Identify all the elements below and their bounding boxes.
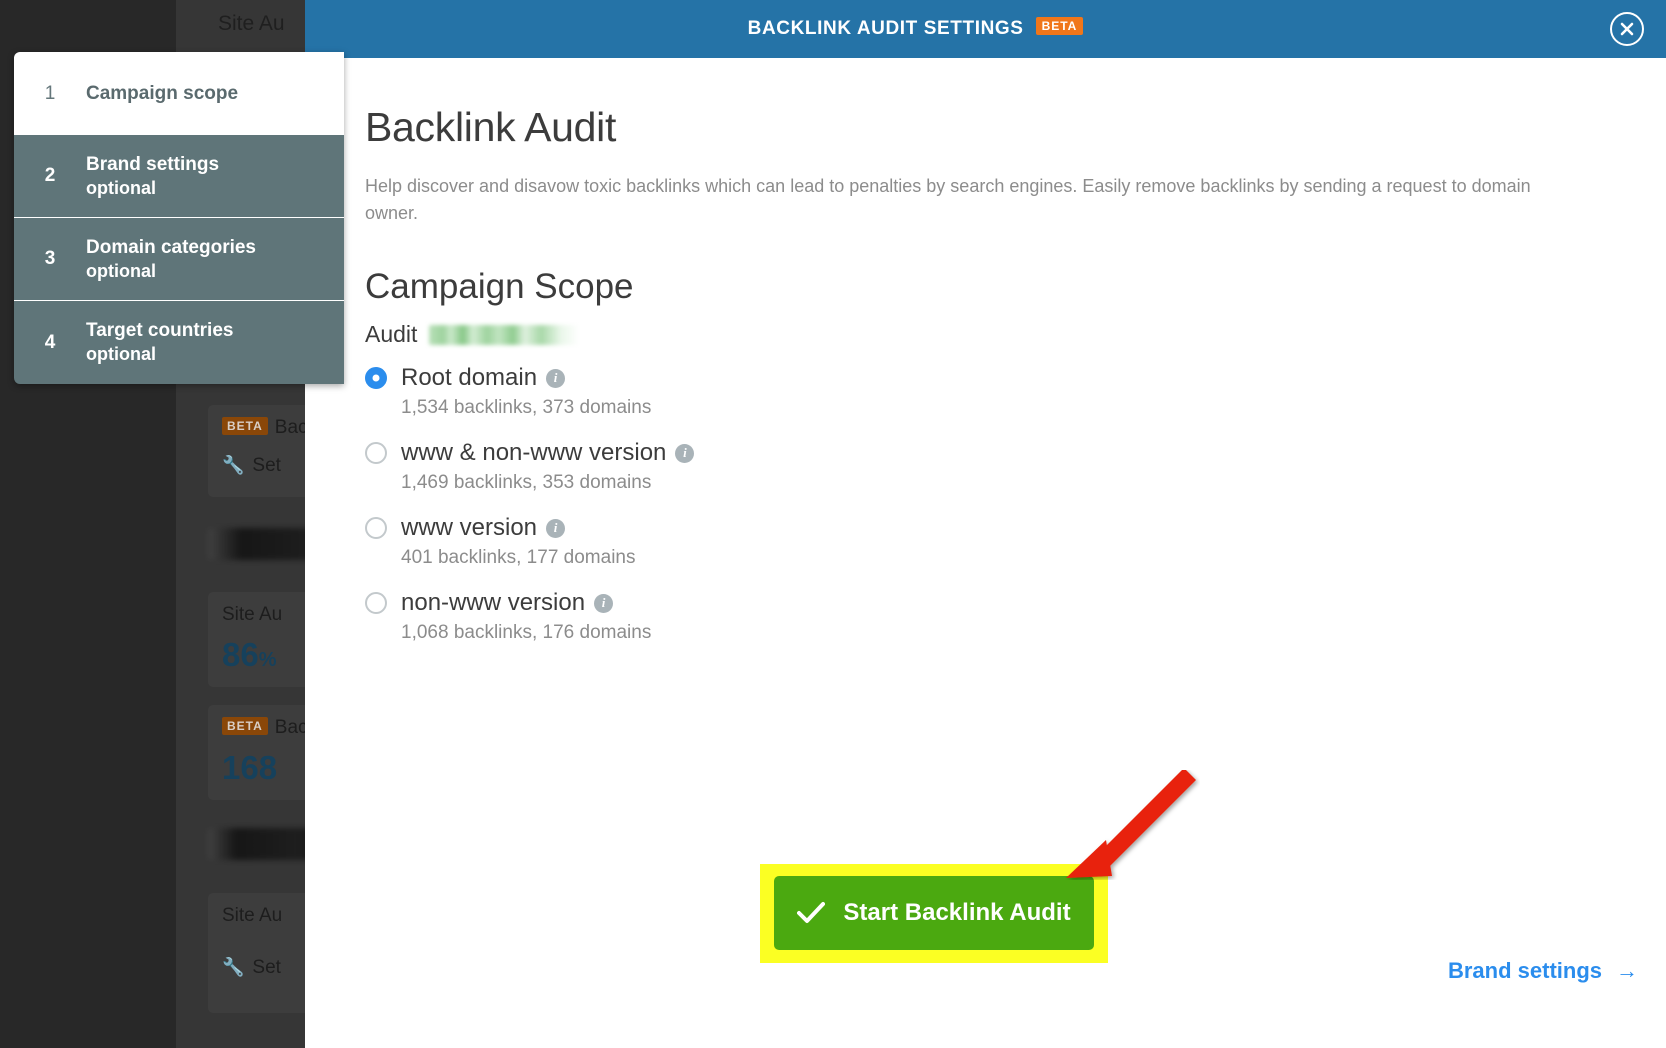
scope-option-root-domain[interactable]: Root domain i 1,534 backlinks, 373 domai… (365, 364, 1606, 419)
section-title: Campaign Scope (365, 267, 634, 306)
info-icon[interactable]: i (546, 518, 566, 538)
scope-option-stats: 1,469 backlinks, 353 domains (401, 472, 652, 493)
radio-www-version[interactable] (365, 517, 387, 539)
step-label-group: Domain categories optional (86, 236, 256, 282)
step-sidebar: 1 Campaign scope 2 Brand settings option… (14, 52, 344, 384)
info-icon[interactable]: i (675, 443, 695, 463)
scope-option-stats: 1,068 backlinks, 176 domains (401, 622, 652, 643)
scope-option-label: Root domain (401, 364, 538, 391)
info-icon[interactable]: i (546, 368, 566, 388)
scope-option-stats: 1,534 backlinks, 373 domains (401, 397, 652, 418)
radio-non-www-version[interactable] (365, 592, 387, 614)
scope-option-label: www version (401, 514, 538, 541)
scope-option-row[interactable]: www version i (365, 514, 1606, 542)
scope-option-non-www-version[interactable]: non-www version i 1,068 backlinks, 176 d… (365, 589, 1606, 644)
sidebar-step-brand-settings[interactable]: 2 Brand settings optional (14, 135, 344, 218)
step-label-group: Campaign scope (86, 82, 238, 106)
sidebar-step-target-countries[interactable]: 4 Target countries optional (14, 301, 344, 384)
radio-www-and-non-www[interactable] (365, 442, 387, 464)
scope-option-label: non-www version (401, 589, 586, 616)
start-button-label: Start Backlink Audit (843, 899, 1071, 926)
scope-option-www-and-non-www[interactable]: www & non-www version i 1,469 backlinks,… (365, 439, 1606, 494)
beta-badge: BETA (1035, 17, 1084, 35)
background-beta-badge: BETA (222, 417, 268, 435)
step-title: Target countries (86, 320, 234, 342)
check-icon (797, 902, 826, 923)
brand-settings-label: Brand settings (1447, 958, 1602, 983)
app-root: Site Au BETA Bac 🔧 Set Site Au 86% BETA Bac… (0, 0, 1666, 1048)
sidebar-step-campaign-scope[interactable]: 1 Campaign scope (14, 52, 344, 135)
background-beta-badge: BETA (222, 717, 268, 735)
wrench-icon: 🔧 (222, 957, 245, 977)
modal-title-group: BACKLINK AUDIT SETTINGS BETA (747, 17, 1084, 40)
modal-body: Backlink Audit Help discover and disavow… (305, 58, 1666, 1048)
info-icon[interactable]: i (594, 593, 614, 613)
close-icon[interactable] (1610, 12, 1644, 46)
arrow-right-icon: → (1616, 958, 1638, 983)
audit-domain-redacted-value (429, 324, 580, 345)
modal-title-text: BACKLINK AUDIT SETTINGS (747, 18, 1024, 39)
start-backlink-audit-button[interactable]: Start Backlink Audit (774, 876, 1094, 950)
audit-domain-row: Audit (365, 321, 1606, 348)
step-number: 1 (44, 82, 56, 104)
scope-option-label: www & non-www version (401, 439, 667, 466)
step-optional-label: optional (86, 344, 156, 365)
step-label-group: Brand settings optional (86, 153, 219, 199)
page-title: Backlink Audit (365, 104, 617, 150)
background-card-title: Bac (274, 717, 308, 738)
step-number: 4 (44, 331, 56, 353)
step-title: Campaign scope (86, 82, 239, 104)
step-label-group: Target countries optional (86, 319, 233, 365)
scope-option-row[interactable]: non-www version i (365, 589, 1606, 617)
audit-label: Audit (365, 321, 418, 347)
radio-root-domain[interactable] (365, 367, 387, 389)
step-optional-label: optional (86, 177, 156, 198)
backlink-audit-settings-modal: BACKLINK AUDIT SETTINGS BETA Backlink Aud… (305, 0, 1666, 1048)
background-card-sub: Set (252, 455, 281, 476)
step-number: 2 (44, 165, 56, 186)
background-metric-value: 86 (222, 636, 259, 673)
background-card-sub: Set (252, 957, 281, 978)
modal-header: BACKLINK AUDIT SETTINGS BETA (305, 0, 1666, 58)
step-title: Domain categories (86, 236, 256, 258)
page-description: Help discover and disavow toxic backlink… (365, 176, 1531, 223)
scope-option-row[interactable]: www & non-www version i (365, 439, 1606, 467)
scope-option-row[interactable]: Root domain i (365, 364, 1606, 392)
scope-option-www-version[interactable]: www version i 401 backlinks, 177 domains (365, 514, 1606, 569)
background-card-title: Site Au (222, 604, 283, 625)
step-title: Brand settings (86, 153, 220, 175)
scope-option-stats: 401 backlinks, 177 domains (401, 547, 636, 568)
background-card-title: Bac (274, 417, 308, 438)
sidebar-step-domain-categories[interactable]: 3 Domain categories optional (14, 218, 344, 301)
background-metric-unit: % (258, 649, 277, 671)
background-top-label: Site Au (218, 12, 285, 35)
wrench-icon: 🔧 (222, 455, 245, 475)
step-number: 3 (44, 248, 56, 269)
brand-settings-link[interactable]: Brand settings → (1448, 958, 1638, 984)
background-card-title: Site Au (222, 905, 283, 926)
step-optional-label: optional (86, 260, 156, 281)
